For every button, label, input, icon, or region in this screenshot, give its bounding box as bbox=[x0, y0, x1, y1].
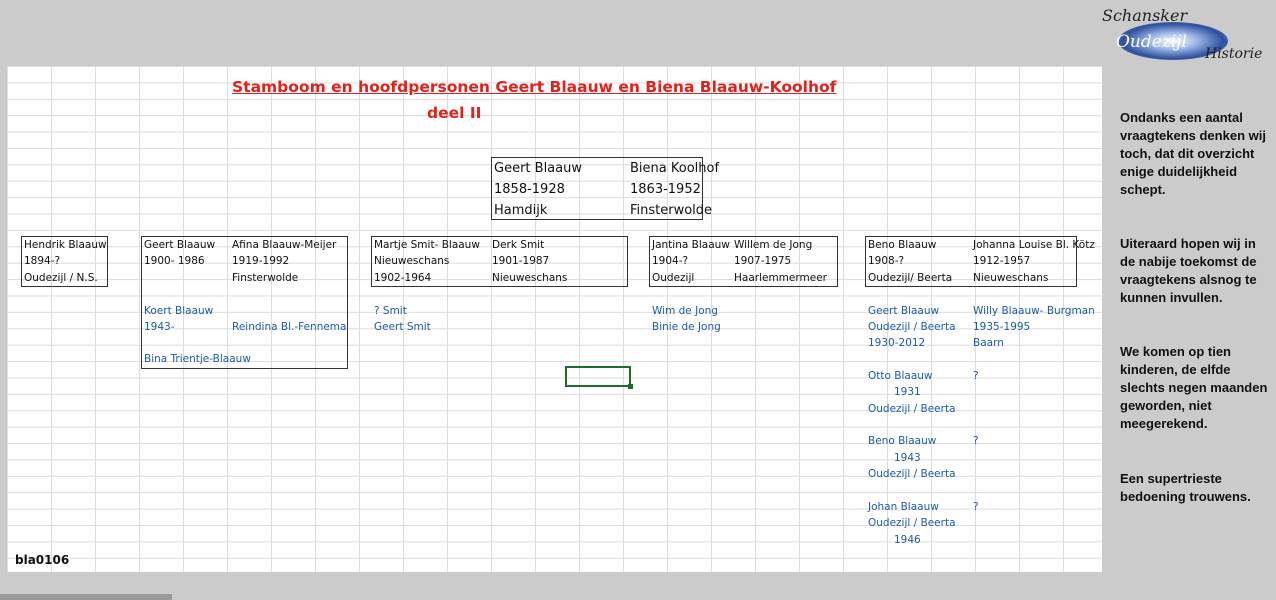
root-father-place: Hamdijk bbox=[494, 203, 548, 218]
root-mother-name: Biena Koolhof bbox=[630, 161, 720, 176]
koert-years: 1943- bbox=[144, 321, 175, 333]
willem-name: Willem de Jong bbox=[734, 239, 813, 251]
bina-name: Bina Trientje-Blaauw bbox=[144, 353, 251, 365]
child-geert-spouse-place: Baarn bbox=[973, 337, 1004, 349]
logo-line3: Historie bbox=[1205, 46, 1263, 62]
willem-place: Haarlemmermeer bbox=[734, 272, 827, 284]
johanna-name: Johanna Louise Bl. Kötz bbox=[973, 239, 1095, 251]
child-johan-name: Johan Blaauw bbox=[868, 501, 939, 513]
child-beno-years: 1943 bbox=[894, 452, 921, 464]
binie-de-jong: Binie de Jong bbox=[652, 321, 721, 333]
child-geert-years: 1930-2012 bbox=[868, 337, 926, 349]
child-beno-place: Oudezijl / Beerta bbox=[868, 468, 956, 480]
child-johan-place: Oudezijl / Beerta bbox=[868, 517, 956, 529]
child-geert-spouse-years: 1935-1995 bbox=[973, 321, 1031, 333]
wim-de-jong: Wim de Jong bbox=[652, 305, 718, 317]
derk-name: Derk Smit bbox=[492, 239, 545, 251]
jantina-name: Jantina Blaauw bbox=[652, 239, 730, 251]
jantina-years: 1904-? bbox=[652, 255, 689, 267]
child-beno-name: Beno Blaauw bbox=[868, 435, 937, 447]
geert-name: Geert Blaauw bbox=[144, 239, 216, 251]
geert-smit: Geert Smit bbox=[374, 321, 431, 333]
sidebar-note-3: We komen op tien kinderen, de elfde slec… bbox=[1120, 344, 1268, 431]
child-geert-name: Geert Blaauw bbox=[868, 305, 940, 317]
beno-years: 1908-? bbox=[868, 255, 905, 267]
geert-years: 1900- 1986 bbox=[144, 255, 205, 267]
child-geert-place: Oudezijl / Beerta bbox=[868, 321, 956, 333]
child-geert-spouse: Willy Blaauw- Burgman bbox=[973, 305, 1095, 317]
hendrik-place: Oudezijl / N.S. bbox=[24, 272, 98, 284]
root-father-name: Geert Blaauw bbox=[494, 161, 582, 176]
child-beno-spouse: ? bbox=[973, 435, 979, 447]
spreadsheet-area: Stamboom en hoofdpersonen Geert Blaauw e… bbox=[7, 66, 1102, 572]
sidebar-note-1: Ondanks een aantal vraagtekens denken wi… bbox=[1120, 110, 1266, 197]
child-otto-name: Otto Blaauw bbox=[868, 370, 933, 382]
johanna-place: Nieuweschans bbox=[973, 272, 1049, 284]
sidebar-note-4: Een supertrieste bedoening trouwens. bbox=[1120, 471, 1251, 504]
sidebar-note-2: Uiteraard hopen wij in de nabije toekoms… bbox=[1120, 236, 1257, 305]
jantina-place: Oudezijl bbox=[652, 272, 695, 284]
martje-place: Nieuweschans bbox=[374, 255, 450, 267]
child-otto-spouse: ? bbox=[973, 370, 979, 382]
hendrik-years: 1894-? bbox=[24, 255, 61, 267]
child-johan-years: 1946 bbox=[894, 534, 921, 546]
martje-name: Martje Smit- Blaauw bbox=[374, 239, 480, 251]
child-otto-place: Oudezijl / Beerta bbox=[868, 403, 956, 415]
horizontal-scrollbar[interactable] bbox=[0, 594, 172, 600]
beno-place: Oudezijl/ Beerta bbox=[868, 272, 953, 284]
root-father-years: 1858-1928 bbox=[494, 182, 565, 197]
derk-years: 1901-1987 bbox=[492, 255, 550, 267]
koert-name: Koert Blaauw bbox=[144, 305, 214, 317]
martje-years: 1902-1964 bbox=[374, 272, 432, 284]
child-otto-years: 1931 bbox=[894, 386, 921, 398]
child-johan-spouse: ? bbox=[973, 501, 979, 513]
reindina-name: Reindina Bl.-Fennema bbox=[232, 321, 347, 333]
schansker-historie-logo: Schansker Oudezijl Historie bbox=[1100, 4, 1272, 66]
beno-name: Beno Blaauw bbox=[868, 239, 937, 251]
willem-years: 1907-1975 bbox=[734, 255, 792, 267]
johanna-years: 1912-1957 bbox=[973, 255, 1031, 267]
unknown-smit: ? Smit bbox=[374, 305, 407, 317]
logo-line1: Schansker bbox=[1102, 6, 1188, 25]
afina-place: Finsterwolde bbox=[232, 272, 299, 284]
root-mother-years: 1863-1952 bbox=[630, 182, 701, 197]
page-title: Stamboom en hoofdpersonen Geert Blaauw e… bbox=[232, 78, 837, 96]
selected-cell[interactable] bbox=[565, 366, 633, 389]
page-subtitle: deel II bbox=[427, 104, 482, 122]
logo-line2: Oudezijl bbox=[1116, 32, 1187, 52]
derk-place: Nieuweschans bbox=[492, 272, 568, 284]
hendrik-name: Hendrik Blaauw bbox=[24, 239, 107, 251]
document-code: bla0106 bbox=[15, 553, 70, 567]
afina-name: Afina Blaauw-Meijer bbox=[232, 239, 337, 251]
afina-years: 1919-1992 bbox=[232, 255, 290, 267]
root-mother-place: Finsterwolde bbox=[630, 203, 713, 218]
